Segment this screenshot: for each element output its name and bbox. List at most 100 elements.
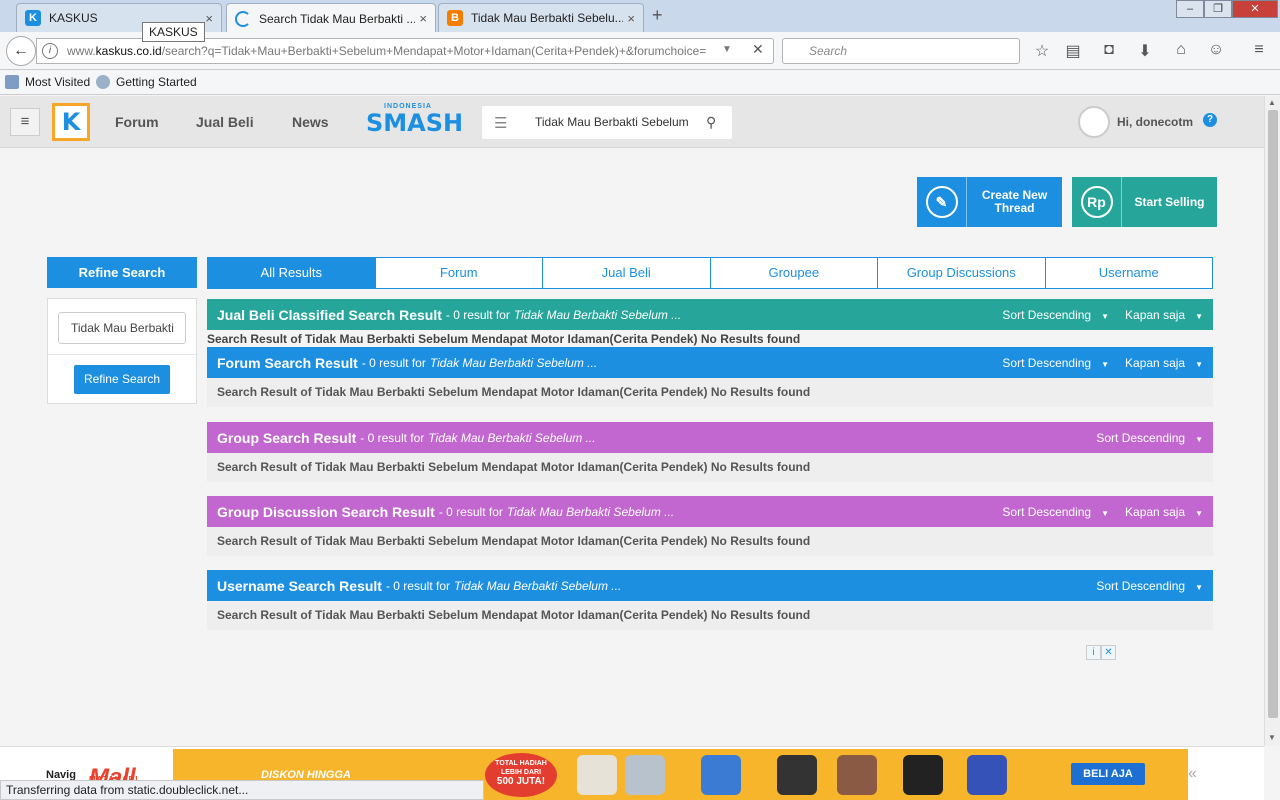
avatar[interactable] xyxy=(1078,106,1110,138)
site-search-input[interactable]: Tidak Mau Berbakti Sebelum xyxy=(535,115,690,129)
pocket-icon[interactable]: ◘ xyxy=(1098,41,1120,59)
ad-choices: i ✕ xyxy=(1086,645,1116,660)
site-menu-button[interactable]: ≡ xyxy=(10,108,40,136)
watch-product-image xyxy=(777,755,817,795)
sort-dropdown[interactable]: Sort Descending ▼ xyxy=(1096,431,1203,445)
username-result-section: Username Search Result - 0 result for Ti… xyxy=(207,570,1213,630)
prize-line: TOTAL HADIAH xyxy=(495,760,547,767)
time-filter-label: Kapan saja xyxy=(1125,504,1186,519)
sort-dropdown[interactable]: Sort Descending ▼ xyxy=(1002,505,1109,519)
prize-line: LEBIH DARI xyxy=(500,769,542,776)
result-query: Tidak Mau Berbakti Sebelum ... xyxy=(429,355,598,370)
close-tab-icon[interactable]: × xyxy=(205,11,213,26)
download-icon[interactable]: ⬇ xyxy=(1134,41,1156,61)
site-header: ≡ K Forum Jual Beli News INDONESIA SMASH… xyxy=(0,96,1264,148)
kaskus-logo[interactable]: K xyxy=(52,103,90,141)
pencil-icon-wrap: ✎ xyxy=(917,177,967,227)
refine-search-input[interactable]: Tidak Mau Berbakti xyxy=(58,312,186,344)
nav-news[interactable]: News xyxy=(292,114,329,130)
bookmark-getting-started[interactable]: Getting Started xyxy=(96,75,197,89)
tab-all-results[interactable]: All Results xyxy=(207,257,376,289)
sort-label: Sort Descending xyxy=(1096,578,1186,593)
stop-loading-icon[interactable]: ✕ xyxy=(752,41,764,58)
page-scrollbar[interactable]: ▲ ▼ xyxy=(1264,96,1280,746)
caret-down-icon: ▼ xyxy=(1195,359,1203,369)
refine-search-button[interactable]: Refine Search xyxy=(74,365,170,394)
new-tab-button[interactable]: + xyxy=(652,5,663,26)
result-filter-tabs: All Results Forum Jual Beli Groupee Grou… xyxy=(207,257,1213,289)
browser-tab-blogger[interactable]: B Tidak Mau Berbakti Sebelu... × xyxy=(438,3,644,32)
site-search-bar: ☰ Tidak Mau Berbakti Sebelum ⚲ xyxy=(482,106,732,139)
nav-forum[interactable]: Forum xyxy=(115,114,159,130)
sort-label: Sort Descending xyxy=(1096,430,1186,445)
shoe-product-image xyxy=(625,755,665,795)
window-close-button[interactable]: ✕ xyxy=(1232,0,1278,18)
site-info-icon[interactable]: i xyxy=(42,43,58,59)
divider xyxy=(48,354,196,355)
sort-label: Sort Descending xyxy=(1002,355,1092,370)
close-tab-icon[interactable]: × xyxy=(419,11,427,26)
minimize-button[interactable]: – xyxy=(1176,0,1204,18)
caret-down-icon: ▼ xyxy=(1195,508,1203,518)
home-icon[interactable]: ⌂ xyxy=(1170,41,1192,59)
sort-dropdown[interactable]: Sort Descending ▼ xyxy=(1002,308,1109,322)
scroll-up-icon[interactable]: ▲ xyxy=(1268,98,1276,107)
banner-buy-button[interactable]: BELI AJA xyxy=(1071,763,1145,785)
search-icon[interactable]: ⚲ xyxy=(706,114,716,131)
sort-dropdown[interactable]: Sort Descending ▼ xyxy=(1096,579,1203,593)
globe-icon xyxy=(96,75,110,89)
result-header: Username Search Result - 0 result for Ti… xyxy=(207,570,1213,601)
time-filter-label: Kapan saja xyxy=(1125,307,1186,322)
back-button[interactable]: ← xyxy=(6,36,36,66)
close-tab-icon[interactable]: × xyxy=(627,11,635,26)
sort-label: Sort Descending xyxy=(1002,307,1092,322)
tab-forum[interactable]: Forum xyxy=(375,257,543,289)
tab-jual-beli[interactable]: Jual Beli xyxy=(543,257,711,289)
bookmark-most-visited[interactable]: Most Visited xyxy=(5,75,90,89)
scroll-down-icon[interactable]: ▼ xyxy=(1268,733,1276,742)
blogger-favicon-icon: B xyxy=(447,10,463,26)
smash-title: SMASH xyxy=(366,109,464,137)
bookmark-label: Getting Started xyxy=(116,75,197,89)
user-greeting[interactable]: Hi, donecotm xyxy=(1117,115,1193,129)
group-result-section: Group Search Result - 0 result for Tidak… xyxy=(207,422,1213,482)
search-category-icon[interactable]: ☰ xyxy=(494,114,507,132)
result-count: - 0 result for xyxy=(438,504,503,519)
rupiah-icon: Rp xyxy=(1080,186,1113,218)
nav-jual-beli[interactable]: Jual Beli xyxy=(196,114,254,130)
smartwatch-product-image xyxy=(903,755,943,795)
result-header: Group Discussion Search Result - 0 resul… xyxy=(207,496,1213,527)
time-filter-dropdown[interactable]: Kapan saja ▼ xyxy=(1125,505,1203,519)
url-dropdown-icon[interactable]: ▼ xyxy=(722,44,732,55)
start-selling-button[interactable]: Rp Start Selling xyxy=(1072,177,1217,227)
bookmark-star-icon[interactable]: ☆ xyxy=(1031,41,1053,61)
browser-status-bar: Transferring data from static.doubleclic… xyxy=(0,780,484,800)
help-icon[interactable]: ? xyxy=(1203,113,1217,127)
browser-search-input[interactable]: Search xyxy=(782,38,1020,64)
url-prefix: www. xyxy=(67,44,96,58)
result-count: - 0 result for xyxy=(385,578,450,593)
scroll-thumb[interactable] xyxy=(1268,110,1278,718)
menu-icon[interactable]: ≡ xyxy=(1248,41,1270,59)
time-filter-dropdown[interactable]: Kapan saja ▼ xyxy=(1125,308,1203,322)
url-domain: kaskus.co.id xyxy=(95,44,162,58)
indonesia-smash-logo[interactable]: INDONESIA SMASH xyxy=(366,103,464,143)
create-new-thread-button[interactable]: ✎ Create New Thread xyxy=(917,177,1062,227)
hello-chat-icon[interactable]: ☺ xyxy=(1205,41,1227,59)
sort-dropdown[interactable]: Sort Descending ▼ xyxy=(1002,356,1109,370)
result-title: Group Discussion Search Result xyxy=(217,503,435,520)
caret-down-icon: ▼ xyxy=(1101,311,1110,321)
ad-close-icon[interactable]: ✕ xyxy=(1101,645,1116,660)
browser-tab-search[interactable]: Search Tidak Mau Berbakti ... × xyxy=(226,3,436,33)
tab-group-discussions[interactable]: Group Discussions xyxy=(878,257,1046,289)
reader-list-icon[interactable]: ▤ xyxy=(1062,41,1084,61)
maximize-button[interactable]: ❐ xyxy=(1204,0,1232,18)
result-message: Search Result of Tidak Mau Berbakti Sebe… xyxy=(207,453,1213,482)
tab-groupee[interactable]: Groupee xyxy=(710,257,878,289)
ad-info-icon[interactable]: i xyxy=(1086,645,1101,660)
time-filter-dropdown[interactable]: Kapan saja ▼ xyxy=(1125,356,1203,370)
collapse-banner-icon[interactable]: « xyxy=(1188,765,1197,783)
result-title: Jual Beli Classified Search Result xyxy=(217,306,442,323)
result-header: Forum Search Result - 0 result for Tidak… xyxy=(207,347,1213,378)
tab-username[interactable]: Username xyxy=(1045,257,1213,289)
